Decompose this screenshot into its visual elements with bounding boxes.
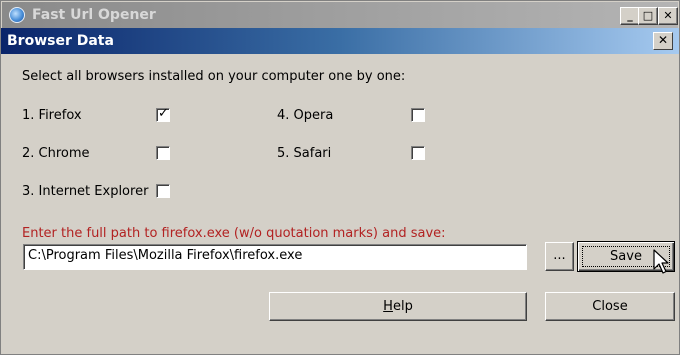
- outer-window-title: Fast Url Opener: [32, 7, 156, 23]
- browser-path-input[interactable]: C:\Program Files\Mozilla Firefox\firefox…: [23, 244, 527, 270]
- checkbox-firefox[interactable]: ✓: [156, 106, 170, 122]
- maximize-button[interactable]: □: [638, 7, 658, 25]
- dialog-title: Browser Data: [7, 33, 114, 49]
- browser-label-internet-explorer: 3. Internet Explorer: [22, 184, 149, 199]
- close-icon: ✕: [657, 33, 669, 47]
- maximize-icon: □: [642, 9, 654, 22]
- help-button[interactable]: Help: [269, 292, 527, 321]
- outer-titlebar[interactable]: Fast Url Opener _ □ ✕: [2, 2, 678, 28]
- dialog-close-button[interactable]: ✕: [653, 32, 673, 50]
- checkbox-internet-explorer[interactable]: [156, 184, 170, 198]
- browser-data-dialog: Browser Data ✕ Select all browsers insta…: [1, 28, 679, 354]
- minimize-icon: _: [627, 9, 633, 22]
- close-button[interactable]: Close: [545, 292, 675, 321]
- browser-label-firefox: 1. Firefox: [22, 108, 82, 123]
- instruction-text: Select all browsers installed on your co…: [22, 69, 406, 84]
- mouse-cursor-icon: [653, 249, 669, 274]
- close-icon: ✕: [663, 9, 673, 22]
- app-globe-icon: [9, 7, 25, 23]
- browser-label-chrome: 2. Chrome: [22, 146, 90, 161]
- dialog-titlebar[interactable]: Browser Data ✕: [1, 28, 679, 54]
- checkbox-safari[interactable]: [411, 146, 425, 160]
- checkbox-opera[interactable]: [411, 108, 425, 122]
- help-accelerator: H: [383, 299, 393, 314]
- checkbox-chrome[interactable]: [156, 146, 170, 160]
- browser-label-opera: 4. Opera: [277, 108, 334, 123]
- path-prompt: Enter the full path to firefox.exe (w/o …: [22, 226, 446, 241]
- window-close-button[interactable]: ✕: [658, 7, 678, 25]
- minimize-button[interactable]: _: [620, 7, 640, 25]
- checkmark-icon: ✓: [158, 106, 169, 121]
- browser-label-safari: 5. Safari: [277, 146, 332, 161]
- browse-button[interactable]: ...: [545, 242, 574, 271]
- help-label-rest: elp: [392, 299, 413, 314]
